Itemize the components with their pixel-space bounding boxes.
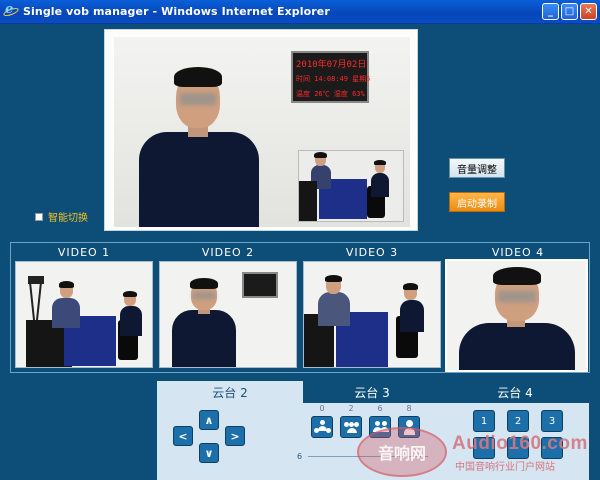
ptz4-preset-2-button[interactable]: 2	[507, 410, 529, 432]
tab-ptz-3[interactable]: 云台 3	[303, 381, 441, 403]
tab-ptz-4[interactable]: 云台 4	[441, 381, 589, 403]
preset-label-8: 8	[406, 404, 412, 413]
minimize-button[interactable]: _	[542, 3, 559, 20]
window-title: Single vob manager - Windows Internet Ex…	[23, 5, 330, 18]
ie-icon: e	[2, 2, 20, 19]
smart-switch-label: 智能切换	[48, 213, 88, 224]
title-bar: e Single vob manager - Windows Internet …	[0, 0, 600, 24]
start-recording-button[interactable]: 启动录制	[449, 192, 505, 212]
ptz4-preset-3-button[interactable]: 3	[541, 410, 563, 432]
ptz-tab-bar: 云台 2 云台 3 云台 4	[157, 381, 589, 403]
video-thumbnail-1[interactable]	[15, 261, 153, 368]
preset-label-0: 0	[319, 404, 325, 413]
clock-display: 2010年07月02日 时间 14:08:49 星期5 温度 26℃ 湿度 63…	[291, 51, 371, 103]
ptz-down-button[interactable]: ∨	[199, 443, 219, 463]
video-thumbnail-4[interactable]	[445, 259, 588, 372]
video-thumbnail-2[interactable]	[159, 261, 297, 368]
preset-group-icon[interactable]	[340, 416, 362, 438]
main-preview-frame: 2010年07月02日 时间 14:08:49 星期5 温度 26℃ 湿度 63…	[104, 29, 418, 231]
ptz-up-button[interactable]: ∧	[199, 410, 219, 430]
clock-date: 2010年07月02日	[296, 60, 367, 70]
video-thumbnail-3[interactable]	[303, 261, 441, 368]
watermark-subtext: 中国音响行业门户网站	[455, 462, 555, 473]
ptz4-preset-1-button[interactable]: 1	[473, 410, 495, 432]
clock-temp: 温度 26℃ 湿度 63%	[296, 90, 365, 98]
ptz-speed-value: 6	[297, 452, 303, 461]
preset-people-icon[interactable]	[311, 416, 333, 438]
video-label-1: VIDEO 1	[57, 246, 111, 259]
clock-time: 时间 14:08:49 星期5	[296, 75, 371, 83]
picture-in-picture	[298, 150, 404, 222]
video-label-4: VIDEO 4	[491, 246, 545, 259]
main-preview-video[interactable]: 2010年07月02日 时间 14:08:49 星期5 温度 26℃ 湿度 63…	[114, 37, 410, 227]
ptz-left-button[interactable]: <	[173, 426, 193, 446]
video-label-3: VIDEO 3	[345, 246, 399, 259]
smart-switch-checkbox[interactable]	[35, 212, 43, 221]
preset-label-2: 2	[348, 404, 354, 413]
maximize-button[interactable]: □	[561, 3, 578, 20]
close-button[interactable]: ✕	[580, 3, 597, 20]
tab-ptz-2[interactable]: 云台 2	[157, 381, 303, 403]
ptz-right-button[interactable]: >	[225, 426, 245, 446]
preset-label-6: 6	[377, 404, 383, 413]
volume-adjust-button[interactable]: 音量调整	[449, 158, 505, 178]
watermark-logo: 音响网	[357, 427, 447, 477]
smart-switch-toggle[interactable]: 智能切换	[35, 209, 88, 224]
watermark-text: Audio160.com	[452, 433, 588, 454]
video-label-2: VIDEO 2	[201, 246, 255, 259]
